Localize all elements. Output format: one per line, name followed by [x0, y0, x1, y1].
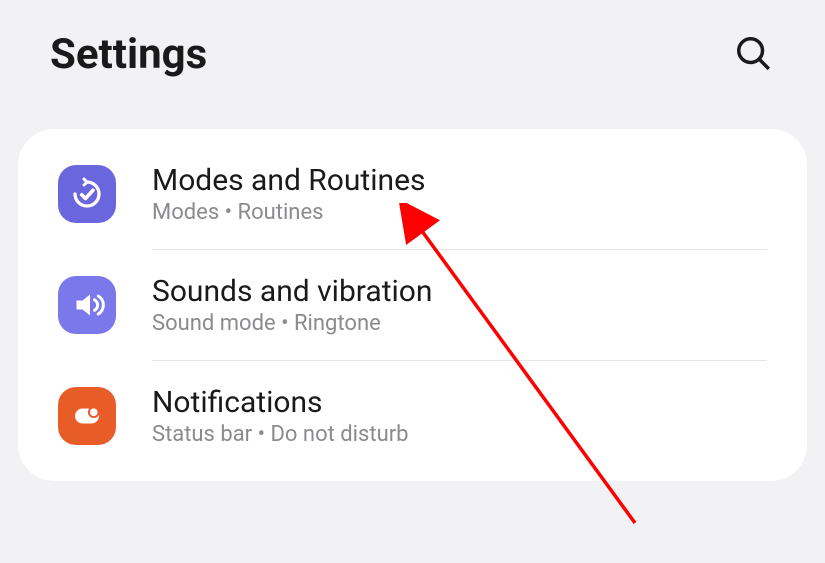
page-title: Settings — [50, 30, 207, 79]
settings-header: Settings — [0, 0, 825, 109]
item-subtitle: Sound mode • Ringtone — [152, 311, 432, 336]
item-title: Notifications — [152, 385, 409, 420]
settings-item-modes-routines[interactable]: Modes and Routines Modes • Routines — [18, 139, 807, 249]
item-subtitle: Modes • Routines — [152, 200, 426, 225]
settings-list: Modes and Routines Modes • Routines Soun… — [18, 129, 807, 481]
search-button[interactable] — [731, 33, 775, 77]
item-text: Modes and Routines Modes • Routines — [152, 163, 426, 225]
item-title: Modes and Routines — [152, 163, 426, 198]
settings-item-sounds-vibration[interactable]: Sounds and vibration Sound mode • Ringto… — [18, 250, 807, 360]
sound-icon — [58, 276, 116, 334]
notifications-icon — [58, 387, 116, 445]
item-text: Sounds and vibration Sound mode • Ringto… — [152, 274, 432, 336]
settings-item-notifications[interactable]: Notifications Status bar • Do not distur… — [18, 361, 807, 471]
item-title: Sounds and vibration — [152, 274, 432, 309]
search-icon — [734, 34, 772, 75]
modes-routines-icon — [58, 165, 116, 223]
item-text: Notifications Status bar • Do not distur… — [152, 385, 409, 447]
item-subtitle: Status bar • Do not disturb — [152, 422, 409, 447]
